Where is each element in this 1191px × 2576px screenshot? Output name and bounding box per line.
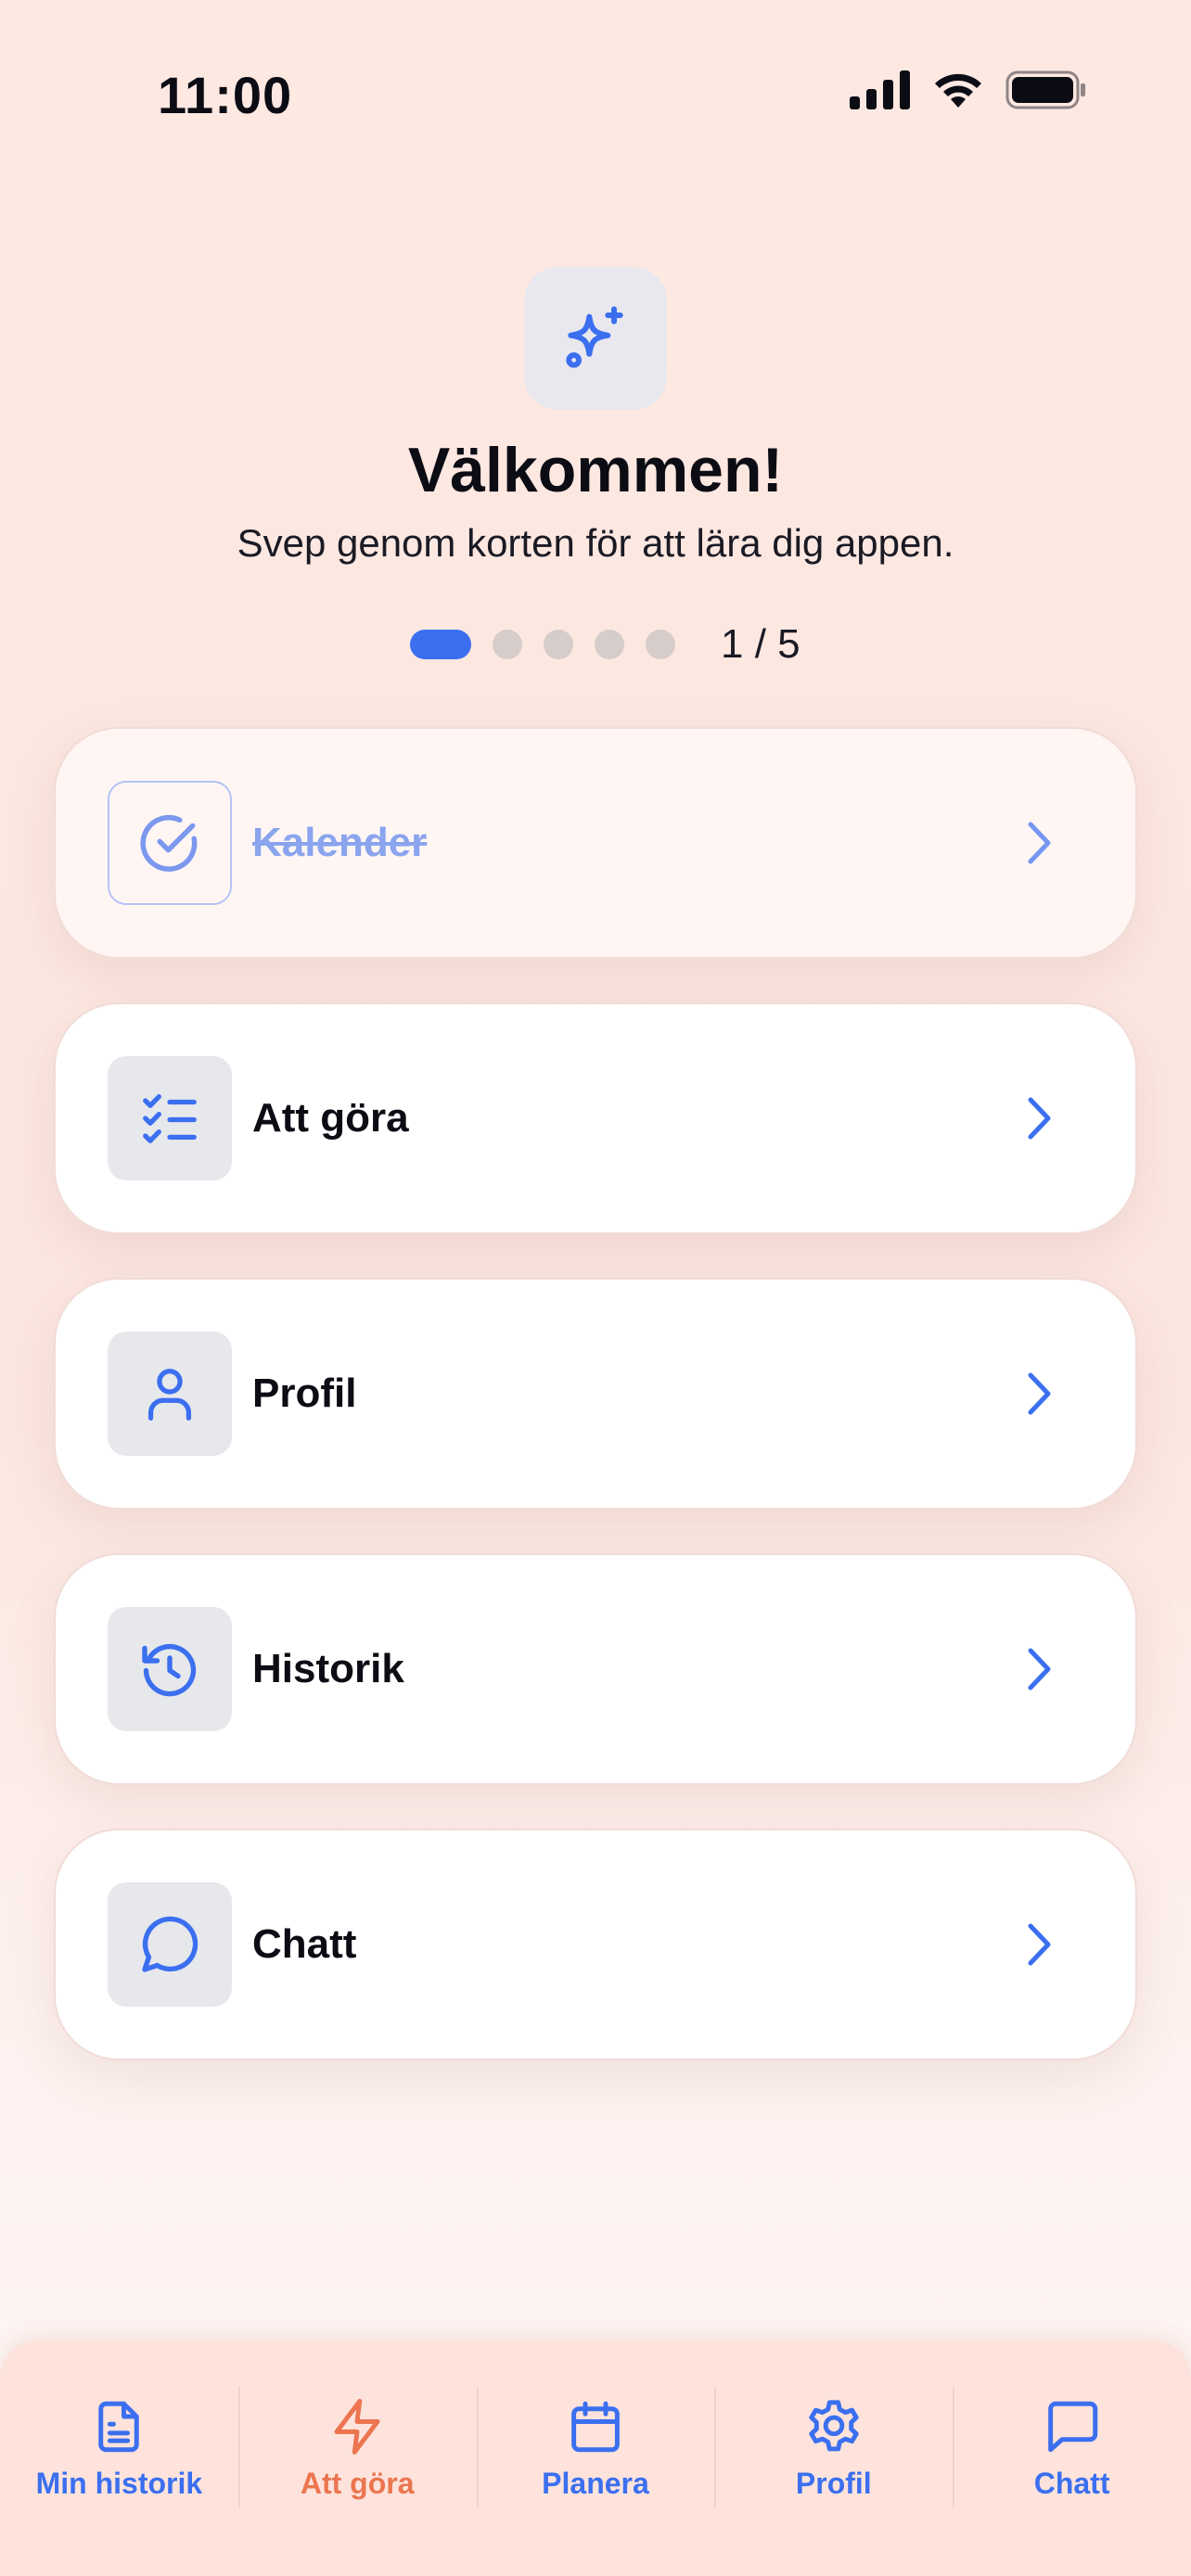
card-label: Historik [252, 1646, 404, 1691]
tab-planera[interactable]: Planera [476, 2368, 715, 2539]
tab-label: Profil [795, 2467, 872, 2500]
card-icon-tile [108, 781, 232, 905]
calendar-icon [571, 2401, 620, 2453]
tab-min-historik[interactable]: Min historik [0, 2368, 238, 2539]
card-icon-tile [108, 1607, 232, 1731]
tab-chatt[interactable]: Chatt [953, 2368, 1191, 2539]
card-historik[interactable]: Historik [54, 1553, 1137, 1785]
page-title: Välkommen! [407, 435, 784, 505]
pager-count: 1 / 5 [721, 621, 800, 667]
tab-label: Planera [542, 2467, 649, 2500]
tab-label: Chatt [1033, 2467, 1110, 2500]
card-icon-tile [108, 1056, 232, 1180]
status-bar: 11:00 [0, 0, 1191, 185]
card-att-gora[interactable]: Att göra [54, 1002, 1137, 1234]
pager-dot-4[interactable] [595, 630, 624, 659]
checklist-icon [143, 1094, 197, 1143]
chevron-right-icon [1020, 1917, 1057, 1972]
chevron-right-icon [1020, 1366, 1057, 1422]
tab-label: Att göra [300, 2467, 415, 2500]
card-chatt[interactable]: Chatt [54, 1829, 1137, 2060]
tab-att-gora[interactable]: Att göra [237, 2368, 477, 2539]
chevron-right-icon [1020, 1641, 1057, 1697]
battery-icon [1005, 70, 1085, 109]
tab-label: Min historik [35, 2467, 203, 2500]
wifi-icon [935, 73, 981, 108]
page-subtitle: Svep genom korten för att lära dig appen… [237, 521, 954, 565]
gear-icon [809, 2400, 859, 2452]
document-icon [98, 2401, 140, 2453]
pager-dot-5[interactable] [646, 630, 675, 659]
sparkles-icon [566, 306, 623, 368]
user-icon [147, 1369, 192, 1421]
card-icon-tile [108, 1882, 232, 2007]
chat-bubble-icon [142, 1916, 198, 1972]
pager: 1 / 5 [410, 621, 800, 668]
card-label: Chatt [252, 1921, 357, 1967]
card-profil[interactable]: Profil [54, 1278, 1137, 1510]
chevron-right-icon [1020, 1090, 1057, 1146]
lightning-icon [334, 2399, 380, 2455]
cellular-signal-icon [850, 70, 910, 109]
card-kalender[interactable]: Kalender [54, 727, 1137, 959]
chevron-right-icon [1020, 815, 1057, 871]
message-square-icon [1047, 2401, 1097, 2453]
pager-dot-2[interactable] [493, 630, 522, 659]
check-circle-icon [140, 814, 198, 872]
pager-dot-1[interactable] [410, 630, 471, 659]
status-time: 11:00 [158, 66, 293, 124]
card-label: Profil [252, 1371, 357, 1416]
status-icons [850, 70, 1087, 109]
tab-profil[interactable]: Profil [714, 2368, 953, 2539]
card-label: Kalender [252, 820, 428, 865]
history-icon [142, 1643, 197, 1697]
card-icon-tile [108, 1332, 232, 1456]
hero-sparkles-tile [524, 267, 667, 410]
pager-dot-3[interactable] [544, 630, 573, 659]
tab-bar: Min historik Att göra Planera Profil Cha… [0, 2340, 1191, 2576]
card-label: Att göra [252, 1095, 409, 1141]
